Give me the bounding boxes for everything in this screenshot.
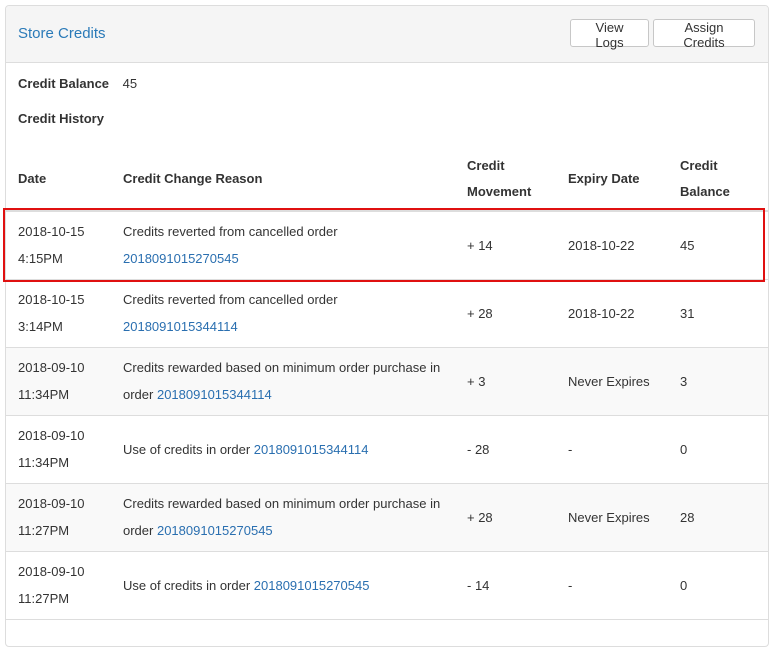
credit-balance-value: 45 [122,76,138,91]
column-header-date: Date [18,171,47,186]
credit-balance-label: Credit Balance [18,76,110,91]
row-reason-text: Credits reverted from cancelled order [123,292,338,307]
column-header-balance: Credit Balance [680,158,730,199]
order-link[interactable]: 2018091015270545 [123,251,239,266]
row-date: 2018-09-10 11:27PM [18,496,85,538]
panel-heading: Store Credits View Logs Assign Credits [6,6,768,63]
order-link[interactable]: 2018091015344114 [157,387,272,402]
table-header: Date Credit Change Reason Credit Movemen… [6,146,768,212]
table-row: 2018-10-15 3:14PM Credits reverted from c… [6,280,768,348]
panel-title: Store Credits [18,25,106,42]
row-expiry: 2018-10-22 [568,238,635,253]
order-link[interactable]: 2018091015344114 [123,319,238,334]
row-balance: 0 [680,578,688,593]
column-header-movement: Credit Movement [467,158,532,199]
row-expiry: Never Expires [568,374,650,389]
row-reason-text: Use of credits in order [123,578,254,593]
assign-credits-button[interactable]: Assign Credits [653,19,755,50]
table-row: 2018-09-10 11:34PM Credits rewarded based… [6,348,768,416]
row-date: 2018-09-10 11:27PM [18,564,85,606]
row-balance: 28 [680,510,695,525]
row-reason: Credits rewarded based on minimum order … [123,354,453,408]
row-expiry: Never Expires [568,510,650,525]
credit-history-table: Date Credit Change Reason Credit Movemen… [6,146,768,620]
row-balance: 31 [680,306,695,321]
table-row: 2018-09-10 11:27PM Credits rewarded based… [6,484,768,552]
row-reason: Credits reverted from cancelled order 20… [123,218,453,272]
row-movement: + 28 [467,510,493,525]
row-date: 2018-10-15 4:15PM [18,224,85,266]
credit-balance-summary: Credit Balance 45 [18,76,137,91]
row-balance: 0 [680,442,688,457]
order-link[interactable]: 2018091015344114 [254,442,369,457]
row-date: 2018-09-10 11:34PM [18,360,85,402]
order-link[interactable]: 2018091015270545 [157,523,273,538]
row-date: 2018-09-10 11:34PM [18,428,85,470]
row-reason-text: Credits reverted from cancelled order [123,224,338,239]
view-logs-button[interactable]: View Logs [570,19,649,50]
store-credits-panel: Store Credits View Logs Assign Credits C… [5,5,769,647]
row-reason: Credits rewarded based on minimum order … [123,490,453,544]
row-expiry: - [568,578,573,593]
table-row: 2018-09-10 11:34PM Use of credits in orde… [6,416,768,484]
table-row: 2018-10-15 4:15PM Credits reverted from c… [6,212,768,280]
table-row: 2018-09-10 11:27PM Use of credits in orde… [6,552,768,620]
row-movement: - 28 [467,442,490,457]
row-movement: - 14 [467,578,490,593]
row-expiry: - [568,442,573,457]
row-movement: + 3 [467,374,486,389]
row-reason: Use of credits in order 2018091015270545 [123,572,453,599]
order-link[interactable]: 2018091015270545 [254,578,370,593]
row-movement: + 28 [467,306,493,321]
row-movement: + 14 [467,238,493,253]
column-header-expiry: Expiry Date [568,171,640,186]
row-reason: Use of credits in order 2018091015344114 [123,436,453,463]
column-header-reason: Credit Change Reason [123,171,263,186]
row-balance: 45 [680,238,695,253]
row-reason: Credits reverted from cancelled order 20… [123,286,453,340]
row-date: 2018-10-15 3:14PM [18,292,85,334]
row-balance: 3 [680,374,688,389]
row-expiry: 2018-10-22 [568,306,635,321]
credit-history-label: Credit History [18,111,104,126]
row-reason-text: Use of credits in order [123,442,254,457]
table-body: 2018-10-15 4:15PM Credits reverted from c… [6,212,768,620]
